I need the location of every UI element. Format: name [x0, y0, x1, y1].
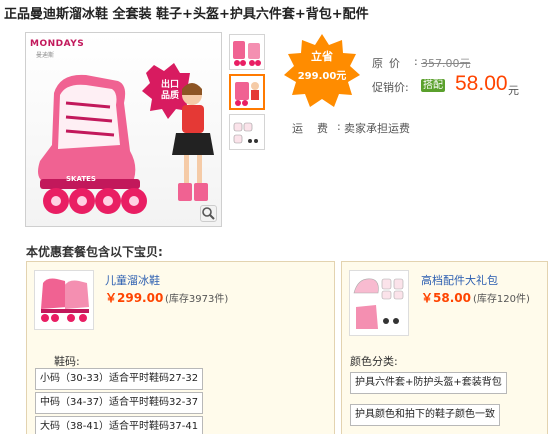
savings-amount: 299.00元	[297, 71, 347, 82]
promo-price: 58.00	[455, 72, 508, 95]
badge-line-1: 出口	[160, 80, 179, 90]
thumbnail-image	[233, 41, 261, 66]
combo-section-title: 本优惠套餐包含以下宝贝:	[26, 245, 163, 259]
accessories-thumbnail	[353, 278, 404, 329]
promo-price-label-text: 促销价	[372, 81, 405, 94]
shipping-label: 运费	[292, 122, 342, 135]
color-option-label: 颜色分类:	[350, 355, 398, 368]
size-option-large[interactable]: 大码（38-41）适合平时鞋码37-41	[35, 416, 204, 434]
shipping-value: 卖家承担运费	[344, 122, 410, 135]
main-product-image[interactable]: MONDAYS 曼迪斯 出口 品质 SKATES	[25, 32, 222, 227]
skate-brand-text: SKATES	[66, 175, 96, 183]
brand-subtitle: 曼迪斯	[36, 52, 55, 59]
skate-thumbnail	[41, 278, 89, 322]
accessories-stock: (库存120件)	[473, 294, 530, 305]
zoom-icon[interactable]	[200, 205, 217, 222]
size-option-label: 鞋码:	[54, 355, 80, 368]
accessories-product-link[interactable]: 高档配件大礼包	[421, 272, 498, 288]
original-price-label: 原价	[372, 57, 406, 70]
thumbnail-1[interactable]	[229, 34, 265, 70]
product-title: 正品曼迪斯溜冰鞋 全套装 鞋子+头盔+护具六件套+背包+配件	[4, 7, 369, 22]
label-colon: :	[414, 55, 418, 68]
accessories-price: ￥58.00	[421, 291, 471, 305]
savings-label: 立省	[311, 50, 333, 63]
thumbnail-2[interactable]	[229, 74, 265, 110]
color-option-match[interactable]: 护具颜色和拍下的鞋子颜色一致	[350, 404, 500, 426]
savings-burst: 立省 299.00元	[282, 48, 362, 82]
thumbnail-list	[229, 34, 265, 154]
thumbnail-3[interactable]	[229, 114, 265, 150]
badge-line-2: 品质	[160, 91, 179, 101]
size-option-small[interactable]: 小码（30-33）适合平时鞋码27-32	[35, 368, 204, 390]
export-quality-badge: 出口 品质	[152, 80, 188, 102]
bundle-badge: 搭配	[421, 79, 445, 92]
promo-price-unit: 元	[508, 84, 519, 97]
combo-item-accessories: 高档配件大礼包 ￥58.00 (库存120件) 颜色分类: 护具六件套+防护头盔…	[341, 261, 548, 434]
skate-illustration	[26, 33, 221, 226]
combo-item-skates: 儿童溜冰鞋 ￥299.00 (库存3973件) 鞋码: 小码（30-33）适合平…	[26, 261, 335, 434]
skates-product-link[interactable]: 儿童溜冰鞋	[105, 272, 160, 288]
promo-price-label: 促销价:	[372, 81, 409, 94]
thumbnail-image	[235, 82, 259, 106]
brand-logo: MONDAYS	[30, 39, 85, 49]
label-colon: :	[337, 120, 341, 133]
original-price: 357.00元	[421, 57, 471, 70]
color-option-set[interactable]: 护具六件套+防护头盔+套装背包	[350, 372, 507, 394]
size-option-medium[interactable]: 中码（34-37）适合平时鞋码32-37	[35, 392, 204, 414]
thumbnail-image	[233, 122, 258, 144]
skates-price: ￥299.00	[105, 291, 164, 305]
skates-product-image[interactable]	[34, 270, 94, 330]
accessories-product-image[interactable]	[349, 270, 409, 336]
skates-stock: (库存3973件)	[165, 294, 229, 305]
